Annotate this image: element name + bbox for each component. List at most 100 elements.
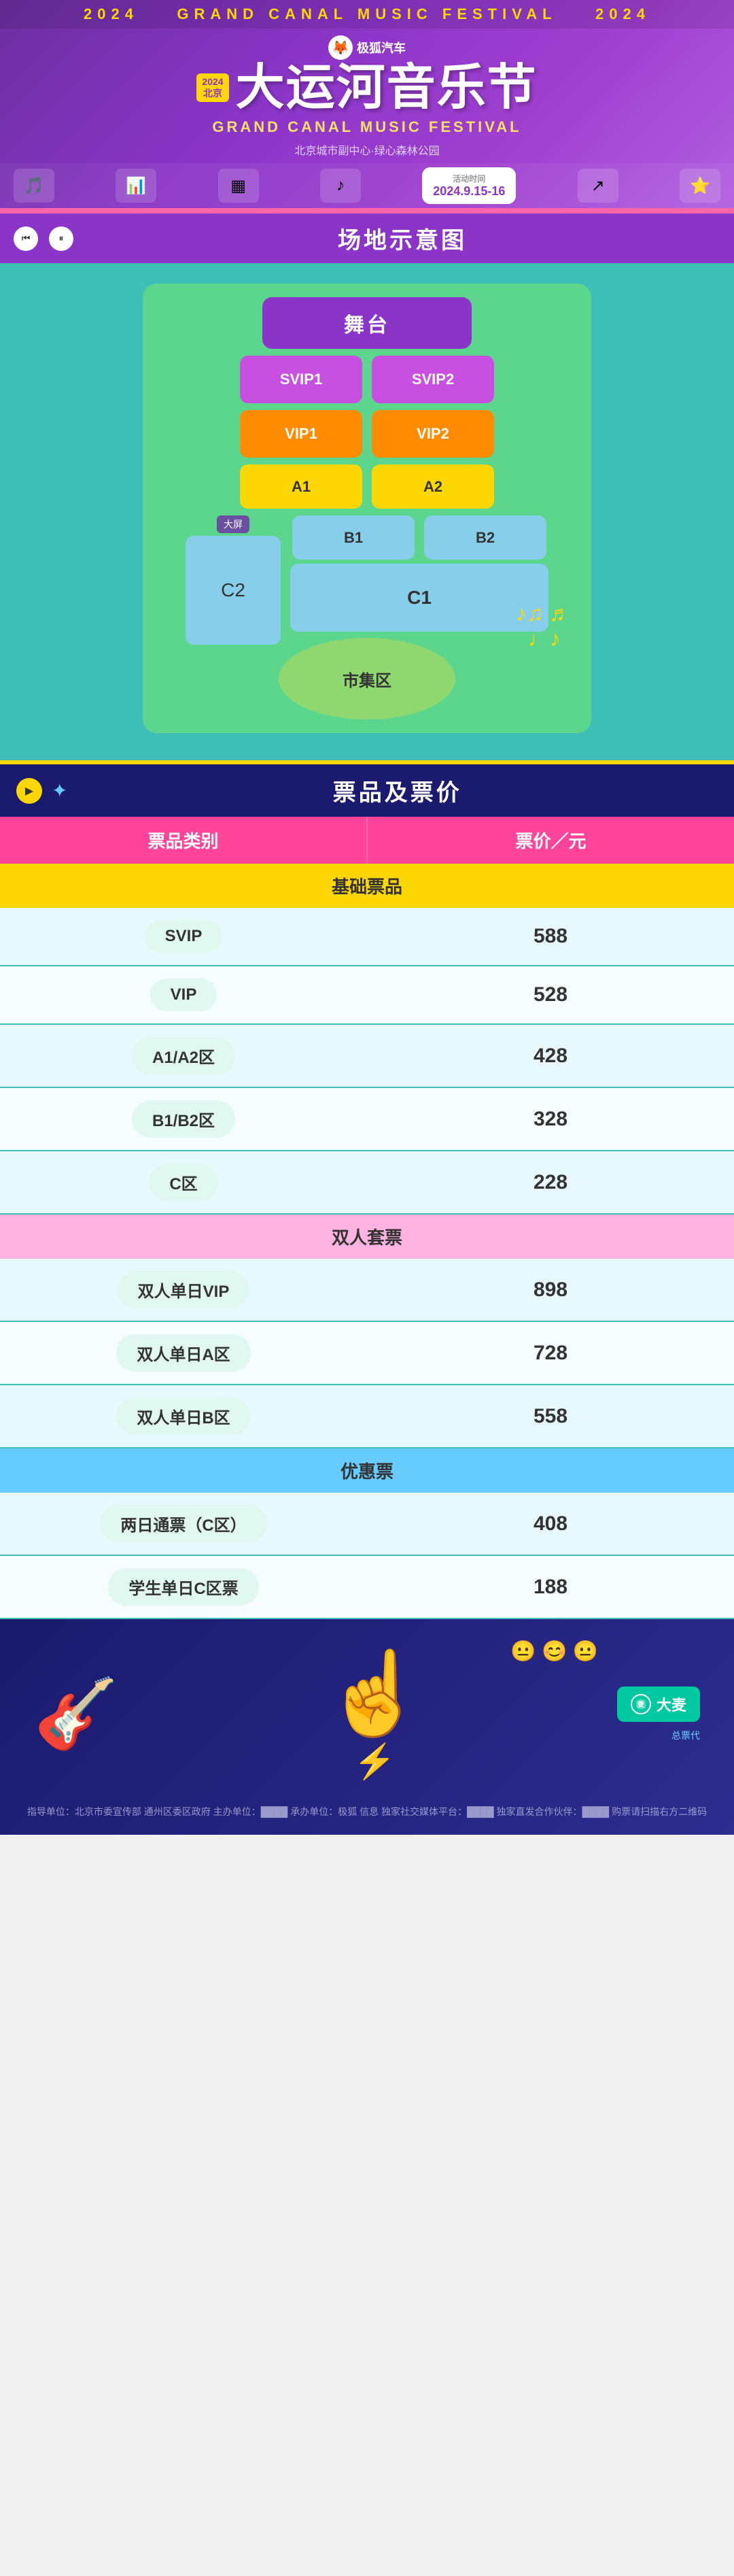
ticket-name-b: B1/B2区 [0, 1088, 367, 1150]
deco-chart-icon: 📊 [116, 169, 156, 203]
prev-button[interactable]: ⏮ [14, 226, 38, 251]
ticket-name-couple-a: 双人单日A区 [0, 1322, 367, 1384]
ticket-row-b: B1/B2区 328 [0, 1088, 734, 1151]
festival-title: 大运河音乐节 [236, 63, 538, 112]
market-area: 市集区 [279, 638, 455, 719]
ticket-price-svip: 588 [367, 908, 734, 965]
music-notes-deco: ♪♫ ♬ ♩♪ [516, 601, 571, 651]
ticket-name-wrapper-twoday: 两日通票（C区） [100, 1505, 266, 1542]
ticket-name-c: C区 [0, 1151, 367, 1213]
venue-section: ⏮ ⏸ 场地示意图 舞台 SVIP1 SVIP2 VIP1 VIP2 A1 A2 [0, 214, 734, 760]
pause-button[interactable]: ⏸ [49, 226, 73, 251]
ticket-price-couple-vip: 898 [367, 1259, 734, 1321]
a-row: A1 A2 [240, 464, 494, 509]
date-label: 活动时间 [453, 173, 485, 184]
venue-title: 场地示意图 [84, 222, 720, 255]
ticket-row-twoday: 两日通票（C区） 408 [0, 1493, 734, 1556]
venue-map: 舞台 SVIP1 SVIP2 VIP1 VIP2 A1 A2 大屏 C2 [0, 263, 734, 760]
footer-right: 麦 大麦 总票代 [617, 1687, 700, 1742]
badge-city: 北京 [202, 88, 223, 99]
c2-zone: C2 [186, 536, 281, 645]
ticket-play-button[interactable]: ▶ [16, 778, 42, 804]
ticket-price-couple-a: 728 [367, 1322, 734, 1384]
emoji-faces-deco: 😐 😊 😐 [510, 1640, 598, 1663]
footer-center: ☝ ⚡ [133, 1646, 617, 1782]
damai-logo: 麦 大麦 [617, 1687, 700, 1722]
footer-top: 🎸 ☝ ⚡ 麦 大麦 总票代 [14, 1633, 720, 1789]
screen-label: 大屏 [217, 515, 249, 533]
deco-music-icon: 🎵 [14, 169, 54, 203]
brand-name: 极狐汽车 [357, 39, 406, 56]
ticket-name-a: A1/A2区 [0, 1025, 367, 1087]
ticket-row-c: C区 228 [0, 1151, 734, 1215]
ticket-name-wrapper-c: C区 [149, 1164, 217, 1201]
ticket-header: ▶ ✦ 票品及票价 [0, 764, 734, 817]
date-badge: 活动时间 2024.9.15-16 [422, 167, 516, 204]
top-year-right: 2024 [595, 5, 650, 23]
lightning-deco: ⚡ [353, 1742, 396, 1782]
svip-row: SVIP1 SVIP2 [240, 356, 494, 403]
ticket-row-couple-b: 双人单日B区 558 [0, 1385, 734, 1448]
badge-year: 2024 [202, 76, 223, 88]
col-type-header: 票品类别 [0, 817, 368, 864]
deco-grid-icon: ▦ [218, 169, 259, 203]
c1-section: B1 B2 C1 [290, 515, 548, 632]
location-row: 北京城市副中心·绿心森林公园 [0, 139, 734, 163]
ticket-name-student: 学生单日C区票 [0, 1556, 367, 1618]
basic-section-header: 基础票品 [0, 864, 734, 908]
vip2-zone: VIP2 [372, 410, 494, 458]
svip1-zone: SVIP1 [240, 356, 362, 403]
ticket-row-vip: VIP 528 [0, 966, 734, 1025]
ticket-name-twoday: 两日通票（C区） [0, 1493, 367, 1555]
year-badge: 2024 北京 [196, 73, 228, 102]
b2-zone: B2 [424, 515, 546, 560]
ticket-name-wrapper-vip: VIP [150, 979, 217, 1011]
ticket-title: 票品及票价 [77, 774, 718, 807]
field-background: 舞台 SVIP1 SVIP2 VIP1 VIP2 A1 A2 大屏 C2 [143, 284, 591, 733]
damai-logo-icon: 麦 [631, 1694, 651, 1714]
b-row: B1 B2 [292, 515, 546, 560]
couple-section-header: 双人套票 [0, 1215, 734, 1259]
svip2-zone: SVIP2 [372, 356, 494, 403]
ticket-price-twoday: 408 [367, 1493, 734, 1555]
decorative-icons-row: 🎵 📊 ▦ ♪ 活动时间 2024.9.15-16 ↗ ⭐ [0, 163, 734, 208]
deco-star-icon: ⭐ [680, 169, 720, 203]
ticket-row-student: 学生单日C区票 188 [0, 1556, 734, 1619]
sparkle-icon: ✦ [52, 779, 67, 802]
top-year-left: 2024 [84, 5, 139, 23]
ticket-price-student: 188 [367, 1556, 734, 1618]
brand-row: 🦊 极狐汽车 [0, 29, 734, 63]
ticket-price-c: 228 [367, 1151, 734, 1213]
deco-note-icon: ♪ [320, 169, 361, 203]
ticket-price-a: 428 [367, 1025, 734, 1087]
stage-zone: 舞台 [262, 297, 472, 349]
ticket-row-couple-a: 双人单日A区 728 [0, 1322, 734, 1385]
ticket-name-svip: SVIP [0, 908, 367, 965]
hand-deco: ☝ [324, 1646, 425, 1742]
footer-info: 指导单位：北京市委宣传部 通州区委区政府 主办单位：████ 承办单位：极狐 信… [14, 1802, 720, 1821]
venue-header: ⏮ ⏸ 场地示意图 [0, 214, 734, 263]
a1-zone: A1 [240, 464, 362, 509]
ticket-row-svip: SVIP 588 [0, 908, 734, 966]
ticket-name-wrapper-a: A1/A2区 [132, 1037, 235, 1074]
ticket-table-header: 票品类别 票价／元 [0, 817, 734, 864]
top-bar: 2024 GRAND CANAL MUSIC FESTIVAL 2024 [0, 0, 734, 29]
fox-icon: 🦊 [328, 35, 353, 60]
ticket-name-wrapper-couple-a: 双人单日A区 [116, 1334, 250, 1372]
ticket-name-wrapper-b: B1/B2区 [132, 1100, 235, 1138]
a2-zone: A2 [372, 464, 494, 509]
ticket-name-couple-b: 双人单日B区 [0, 1385, 367, 1447]
ticket-section: ▶ ✦ 票品及票价 票品类别 票价／元 基础票品 SVIP 588 VIP 52… [0, 764, 734, 1619]
c2-section: 大屏 C2 [186, 515, 281, 645]
brand-logo: 🦊 极狐汽车 [328, 35, 406, 60]
festival-subtitle: GRAND CANAL MUSIC FESTIVAL [0, 116, 734, 139]
date-value: 2024.9.15-16 [433, 184, 505, 199]
vip-row: VIP1 VIP2 [240, 410, 494, 458]
svg-text:麦: 麦 [637, 1700, 645, 1709]
discount-section-header: 优惠票 [0, 1448, 734, 1493]
vip1-zone: VIP1 [240, 410, 362, 458]
header-section: 2024 GRAND CANAL MUSIC FESTIVAL 2024 🦊 极… [0, 0, 734, 208]
footer-section: 😐 😊 😐 🎸 ☝ ⚡ 麦 大麦 总票代 指导单位：北京市委宣传部 通州区委区政… [0, 1619, 734, 1835]
ticket-name-wrapper-svip: SVIP [145, 920, 223, 953]
ticket-name-wrapper-student: 学生单日C区票 [108, 1568, 258, 1606]
